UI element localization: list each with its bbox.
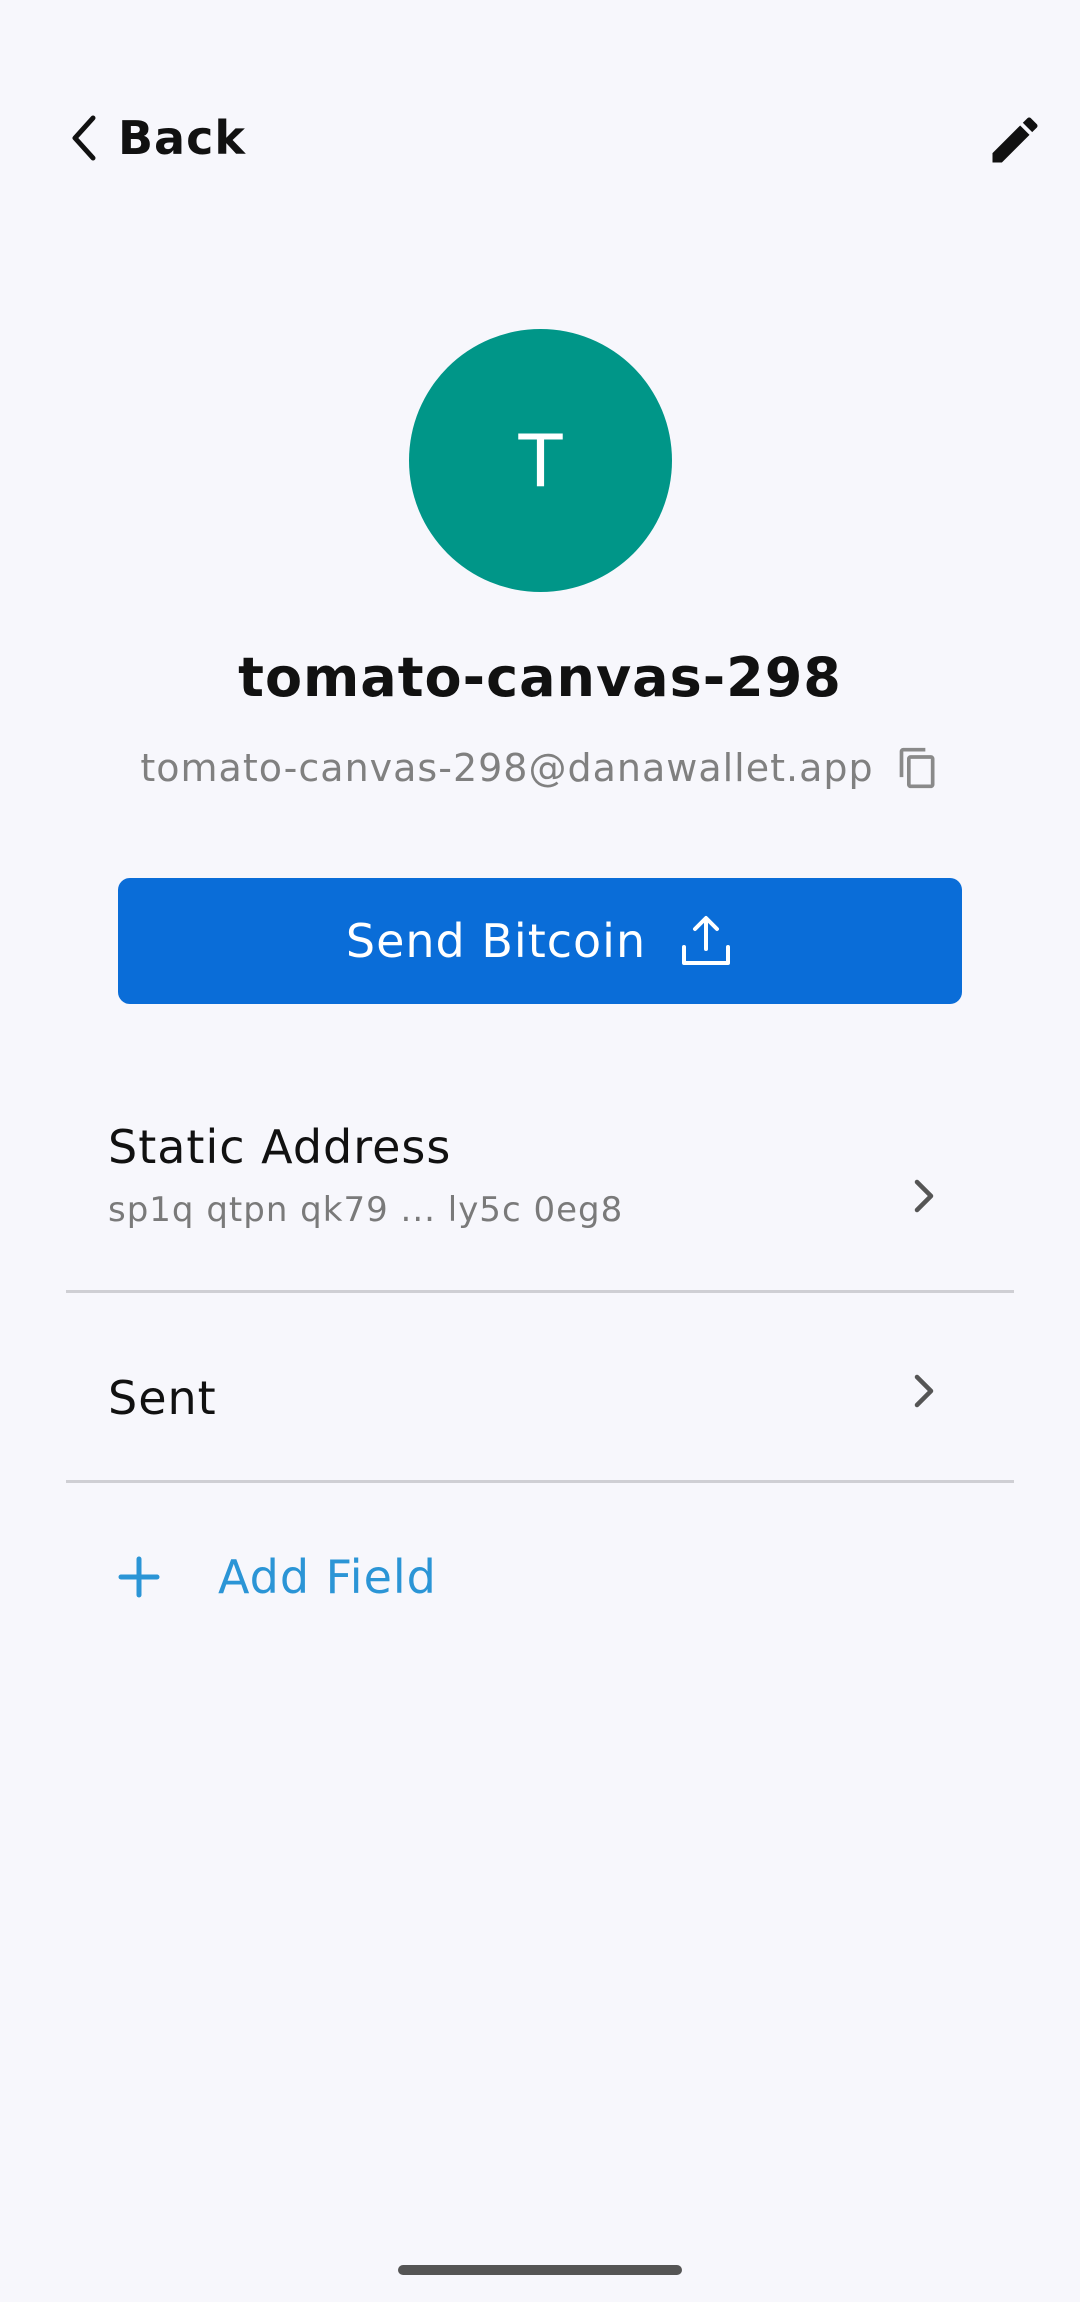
avatar-initial: T bbox=[518, 418, 563, 503]
top-bar: Back bbox=[0, 0, 1080, 270]
add-field-label: Add Field bbox=[218, 1550, 437, 1604]
static-address-title: Static Address bbox=[108, 1120, 452, 1174]
edit-button[interactable] bbox=[985, 110, 1045, 170]
pencil-icon bbox=[992, 117, 1038, 163]
back-label: Back bbox=[118, 111, 246, 165]
copy-button[interactable] bbox=[896, 744, 940, 792]
back-button[interactable]: Back bbox=[66, 106, 246, 170]
copy-icon bbox=[899, 747, 935, 789]
chevron-right-icon bbox=[914, 1179, 934, 1213]
plus-icon bbox=[118, 1556, 160, 1598]
upload-icon bbox=[682, 916, 731, 965]
send-bitcoin-label: Send Bitcoin bbox=[345, 914, 647, 968]
add-field-button[interactable]: Add Field bbox=[118, 1542, 437, 1612]
contact-fields-list: Static Address sp1q qtpn qk79 ... ly5c 0… bbox=[66, 1080, 1014, 1483]
home-indicator[interactable] bbox=[398, 2265, 682, 2275]
sent-row[interactable]: Sent bbox=[66, 1293, 1014, 1483]
chevron-left-icon bbox=[66, 112, 102, 164]
contact-address: tomato-canvas-298@danawallet.app bbox=[140, 746, 874, 790]
chevron-right-icon bbox=[914, 1374, 934, 1408]
static-address-row[interactable]: Static Address sp1q qtpn qk79 ... ly5c 0… bbox=[66, 1080, 1014, 1293]
static-address-value: sp1q qtpn qk79 ... ly5c 0eg8 bbox=[108, 1190, 624, 1230]
send-bitcoin-button[interactable]: Send Bitcoin bbox=[118, 878, 962, 1004]
avatar: T bbox=[409, 329, 672, 592]
sent-title: Sent bbox=[108, 1371, 217, 1425]
address-row: tomato-canvas-298@danawallet.app bbox=[0, 744, 1080, 792]
contact-name: tomato-canvas-298 bbox=[238, 646, 842, 709]
